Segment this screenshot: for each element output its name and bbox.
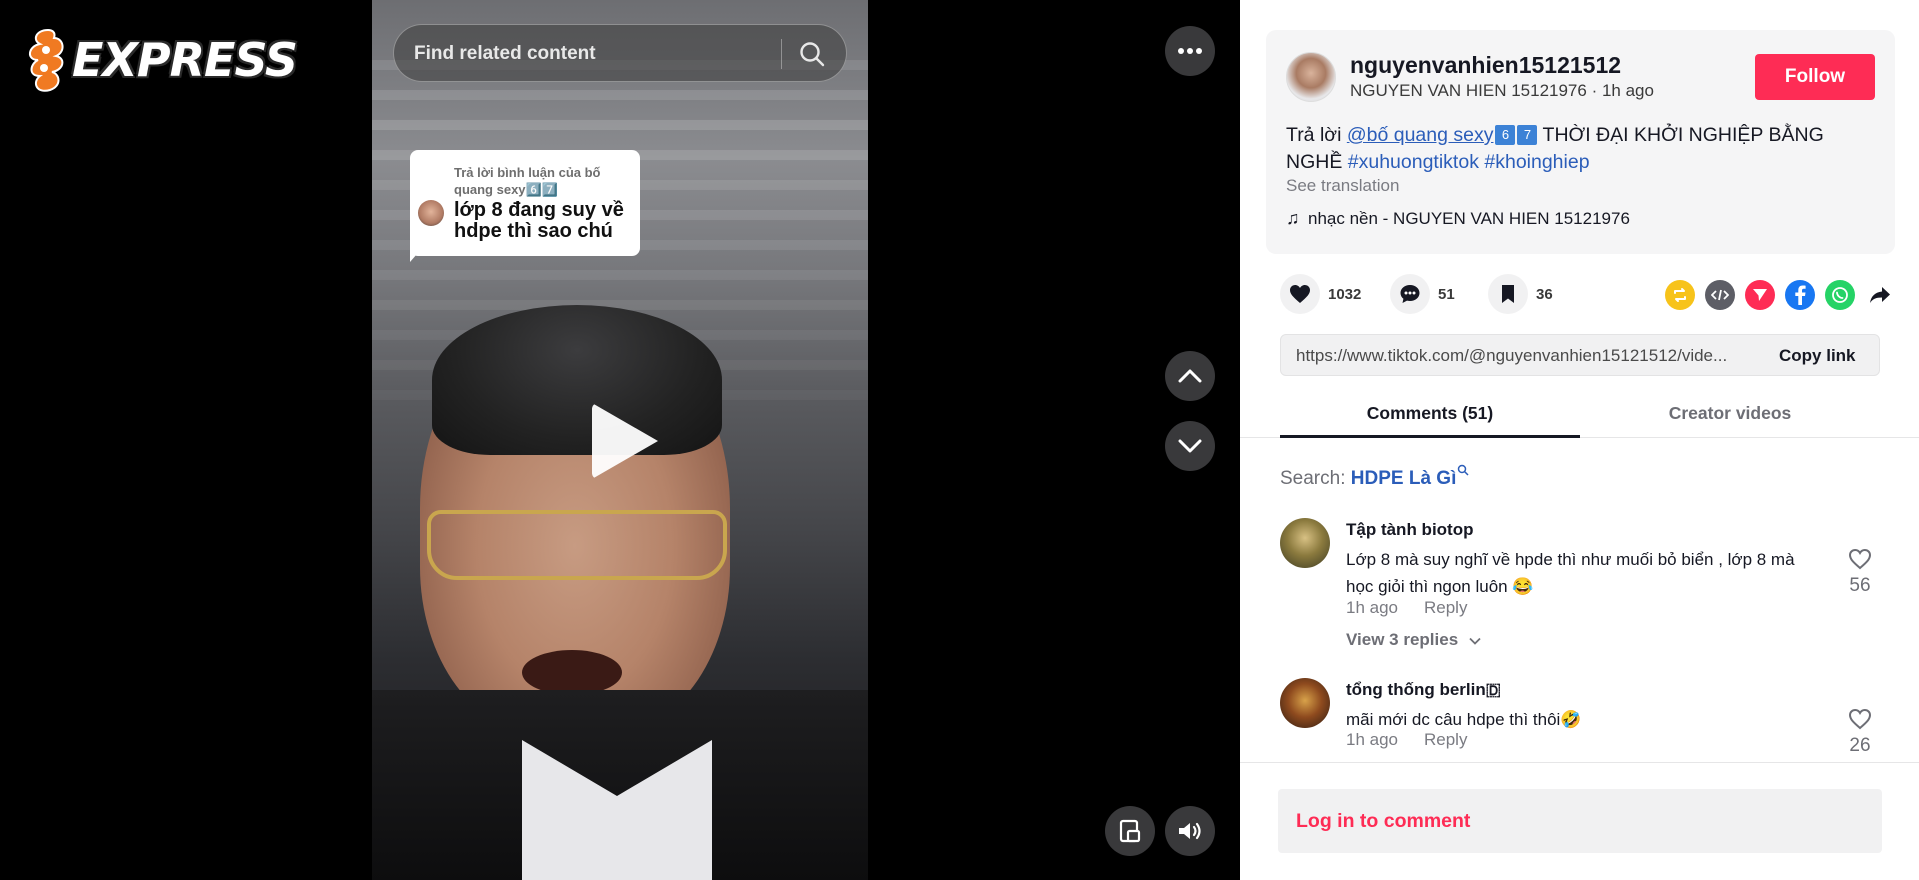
commenter-name[interactable]: Tập tành biotop [1346, 520, 1473, 540]
reply-button[interactable]: Reply [1424, 730, 1467, 749]
music-link[interactable]: ♫ nhạc nền - NGUYEN VAN HIEN 15121976 [1286, 208, 1630, 229]
comment-text: Lớp 8 mà suy nghĩ về hpde thì như muối b… [1346, 550, 1795, 596]
comment-meta: 1h ago Reply [1346, 598, 1467, 618]
follow-button[interactable]: Follow [1755, 54, 1875, 100]
repost-icon[interactable] [1665, 280, 1695, 310]
more-dots-icon [1178, 48, 1202, 54]
sticker-reply-label: Trả lời bình luận của bố quang sexy6️⃣7️… [454, 165, 601, 197]
comment-search-term[interactable]: HDPE Là Gì [1351, 468, 1457, 489]
panel-tabs: Comments (51) Creator videos [1240, 390, 1919, 438]
comment-bubble-icon[interactable] [1390, 274, 1430, 314]
comment-item: Tập tành biotop Lớp 8 mà suy nghĩ về hpd… [1280, 518, 1880, 658]
author-display-name[interactable]: NGUYEN VAN HIEN 15121976 [1350, 81, 1587, 100]
sticker-comment-text: lớp 8 đang suy về hdpe thì sao chú [454, 199, 624, 242]
search-icon[interactable] [798, 40, 826, 68]
more-options-button[interactable] [1165, 26, 1215, 76]
whatsapp-icon[interactable] [1825, 280, 1855, 310]
like-count: 1032 [1328, 285, 1362, 303]
related-search-bar[interactable]: Find related content [393, 24, 847, 82]
author-username[interactable]: nguyenvanhien15121512 [1350, 52, 1621, 79]
comment-time: 1h ago [1346, 730, 1398, 749]
chevron-down-icon [1469, 637, 1481, 645]
comment-text: mãi mới dc câu hdpe thì thôi🤣 [1346, 710, 1582, 729]
video-info-card: nguyenvanhien15121512 NGUYEN VAN HIEN 15… [1266, 30, 1895, 254]
comment-like[interactable]: 26 [1840, 708, 1880, 757]
music-note-icon: ♫ [1286, 208, 1300, 228]
related-search-input[interactable]: Find related content [414, 25, 596, 83]
copy-link-button[interactable]: Copy link [1779, 335, 1856, 377]
author-subline: NGUYEN VAN HIEN 15121976 · 1h ago [1350, 81, 1654, 100]
commenter-avatar[interactable] [1280, 678, 1330, 728]
comment-count: 51 [1438, 285, 1455, 303]
floating-player-icon [1119, 819, 1141, 843]
login-to-comment-button[interactable]: Log in to comment [1278, 789, 1882, 853]
save-count: 36 [1536, 285, 1553, 303]
volume-icon [1179, 822, 1201, 840]
search-icon [1458, 464, 1469, 476]
keycap-7-icon: 7 [1517, 125, 1538, 145]
comment-like-count: 26 [1849, 735, 1871, 756]
comment-like-count: 56 [1849, 575, 1871, 596]
commenter-name[interactable]: tổng thống berlin🇩 [1346, 680, 1501, 700]
tab-comments[interactable]: Comments (51) [1280, 390, 1580, 438]
see-translation-link[interactable]: See translation [1286, 176, 1399, 196]
mention-link[interactable]: @bố quang sexy 6 7 [1347, 124, 1538, 146]
reply-button[interactable]: Reply [1424, 598, 1467, 617]
hashtag-khoinghiep[interactable]: #khoinghiep [1484, 151, 1589, 173]
send-icon[interactable] [1745, 280, 1775, 310]
post-time: 1h ago [1601, 81, 1654, 100]
comment-search-suggestion[interactable]: Search: HDPE Là Gì [1280, 464, 1469, 490]
heart-outline-icon[interactable] [1848, 548, 1872, 570]
commenter-avatar[interactable] [1280, 518, 1330, 568]
picture-in-picture-button[interactable] [1105, 806, 1155, 856]
embed-icon[interactable] [1705, 280, 1735, 310]
comment-item: tổng thống berlin🇩 mãi mới dc câu hdpe t… [1280, 678, 1880, 758]
previous-video-button[interactable] [1165, 351, 1215, 401]
video-link-url[interactable]: https://www.tiktok.com/@nguyenvanhien151… [1296, 335, 1756, 377]
next-video-button[interactable] [1165, 421, 1215, 471]
facebook-icon[interactable] [1785, 280, 1815, 310]
bookmark-icon[interactable] [1488, 274, 1528, 314]
logo-mark-icon [29, 28, 64, 92]
tab-creator-videos[interactable]: Creator videos [1580, 390, 1880, 438]
heart-icon[interactable] [1280, 274, 1320, 314]
logo-text: EXPRESS [72, 33, 298, 87]
chevron-up-icon [1178, 369, 1202, 383]
comment-like[interactable]: 56 [1840, 548, 1880, 597]
chevron-down-icon [1178, 439, 1202, 453]
comment-time: 1h ago [1346, 598, 1398, 617]
volume-button[interactable] [1165, 806, 1215, 856]
keycap-6-icon: 6 [1495, 125, 1516, 145]
app-root: EXPRESS Find related content Trả lời bìn… [0, 0, 1919, 880]
save-stat[interactable]: 36 [1488, 274, 1553, 314]
video-stage: EXPRESS Find related content Trả lời bìn… [0, 0, 1240, 880]
play-icon[interactable] [592, 403, 658, 479]
details-panel: nguyenvanhien15121512 NGUYEN VAN HIEN 15… [1240, 0, 1919, 880]
comment-stat[interactable]: 51 [1390, 274, 1455, 314]
author-avatar[interactable] [1286, 52, 1336, 102]
heart-outline-icon[interactable] [1848, 708, 1872, 730]
sticker-avatar [418, 200, 444, 226]
video-link-box: https://www.tiktok.com/@nguyenvanhien151… [1280, 334, 1880, 376]
share-arrow-icon[interactable] [1865, 280, 1895, 310]
site-logo[interactable]: EXPRESS [22, 24, 298, 96]
login-to-comment-label: Log in to comment [1296, 810, 1471, 832]
comment-input-bar: Log in to comment [1240, 762, 1919, 880]
hashtag-xuhuongtiktok[interactable]: #xuhuongtiktok [1348, 151, 1479, 173]
like-stat[interactable]: 1032 [1280, 274, 1361, 314]
view-replies-button[interactable]: View 3 replies [1346, 630, 1481, 650]
reply-comment-sticker: Trả lời bình luận của bố quang sexy6️⃣7️… [410, 150, 640, 256]
comment-meta: 1h ago Reply [1346, 730, 1467, 750]
video-description: Trả lời @bố quang sexy 6 7 THỜI ĐẠI KHỞI N… [1286, 124, 1824, 173]
